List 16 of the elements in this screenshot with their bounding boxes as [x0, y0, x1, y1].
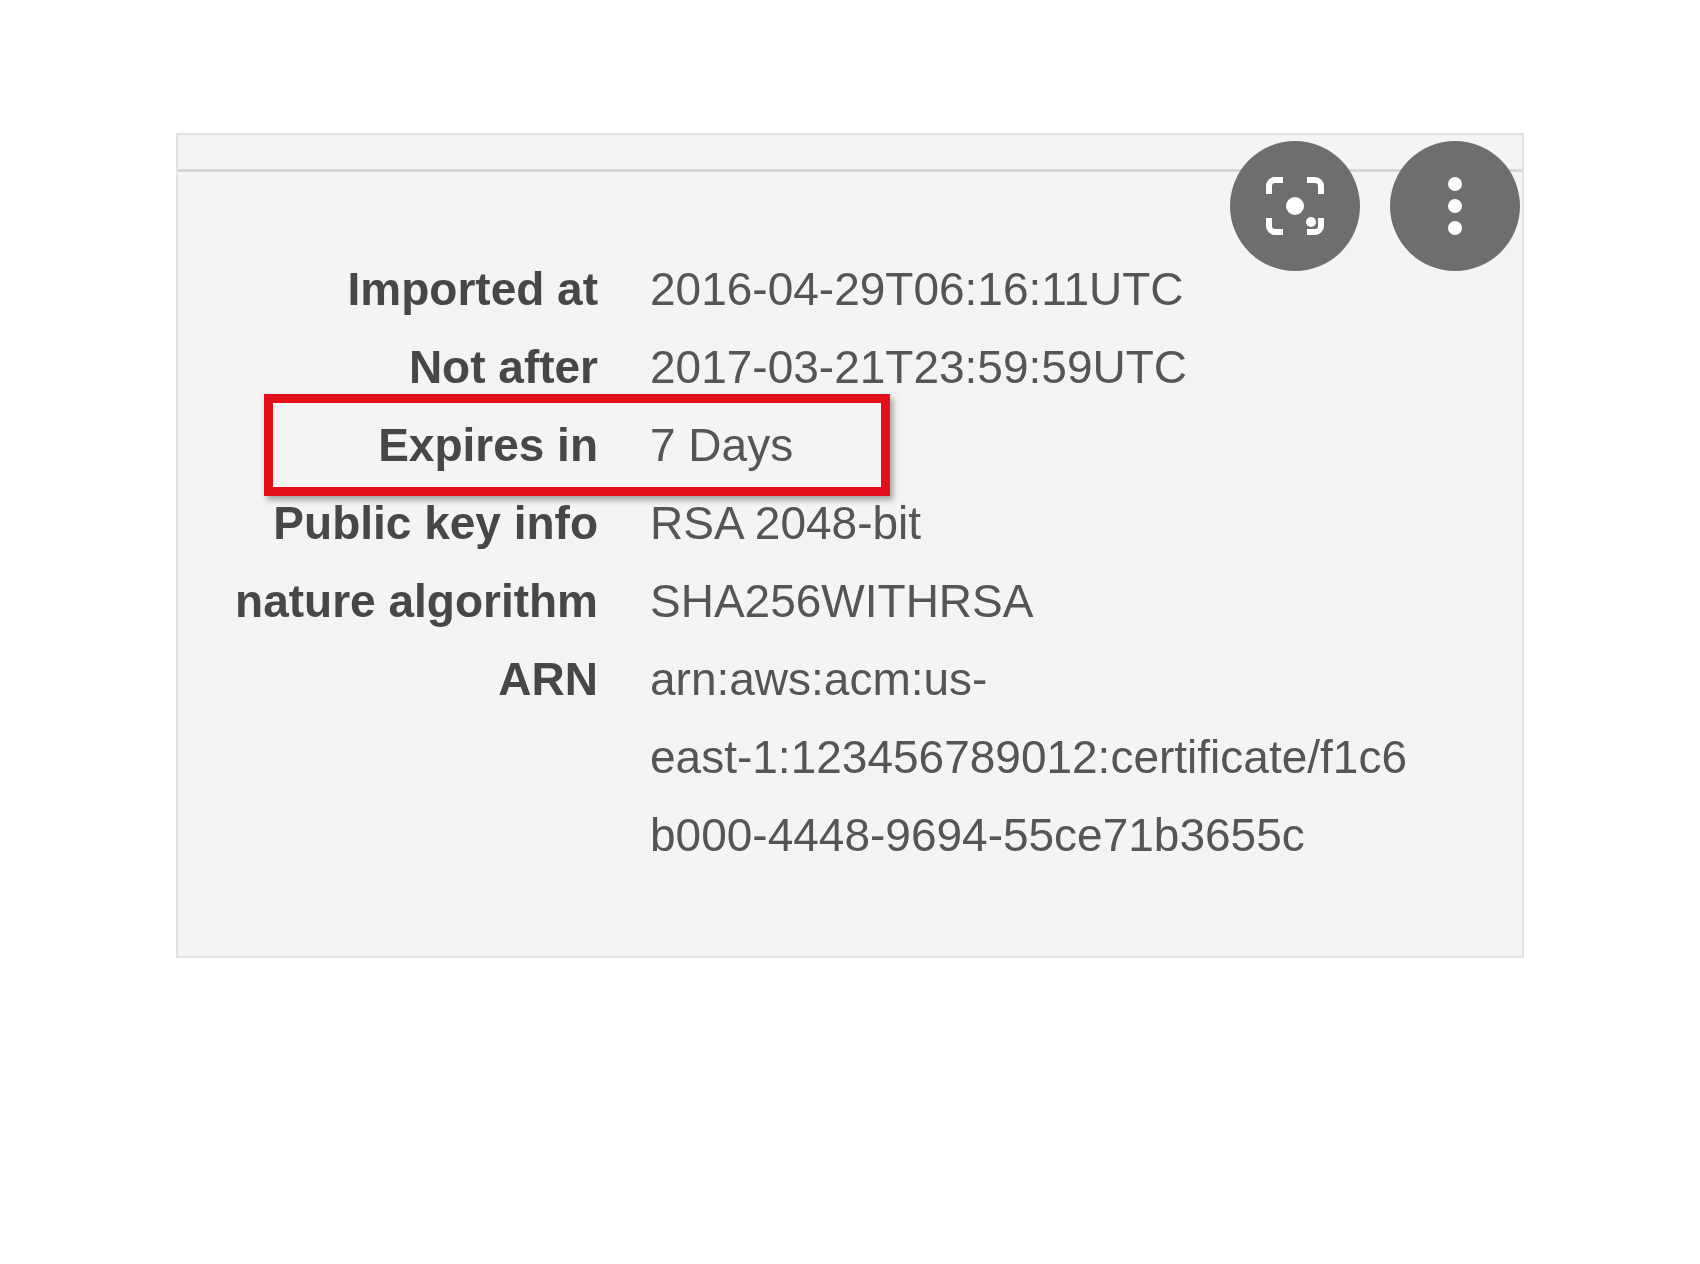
lens-icon — [1265, 176, 1325, 236]
field-value: RSA 2048-bit — [650, 496, 922, 551]
field-value: SHA256WITHRSA — [650, 574, 1034, 629]
field-label: Imported at — [347, 263, 598, 315]
field-label: ARN — [498, 653, 598, 705]
field-value: 7 Days — [650, 418, 794, 473]
field-label: Not after — [408, 341, 598, 393]
field-label: Expires in — [378, 419, 598, 471]
field-value: b000-4448-9694-55ce71b3655c — [650, 808, 1305, 863]
field-label: nature algorithm — [235, 575, 598, 627]
field-value: 2016-04-29T06:16:11UTC — [650, 262, 1184, 317]
field-value: east-1:123456789012:certificate/f1c6 — [650, 730, 1407, 785]
field-value: arn:aws:acm:us- — [650, 652, 988, 707]
more-icon — [1445, 176, 1465, 236]
field-value: 2017-03-21T23:59:59UTC — [650, 340, 1187, 395]
field-label: Public key info — [273, 497, 598, 549]
